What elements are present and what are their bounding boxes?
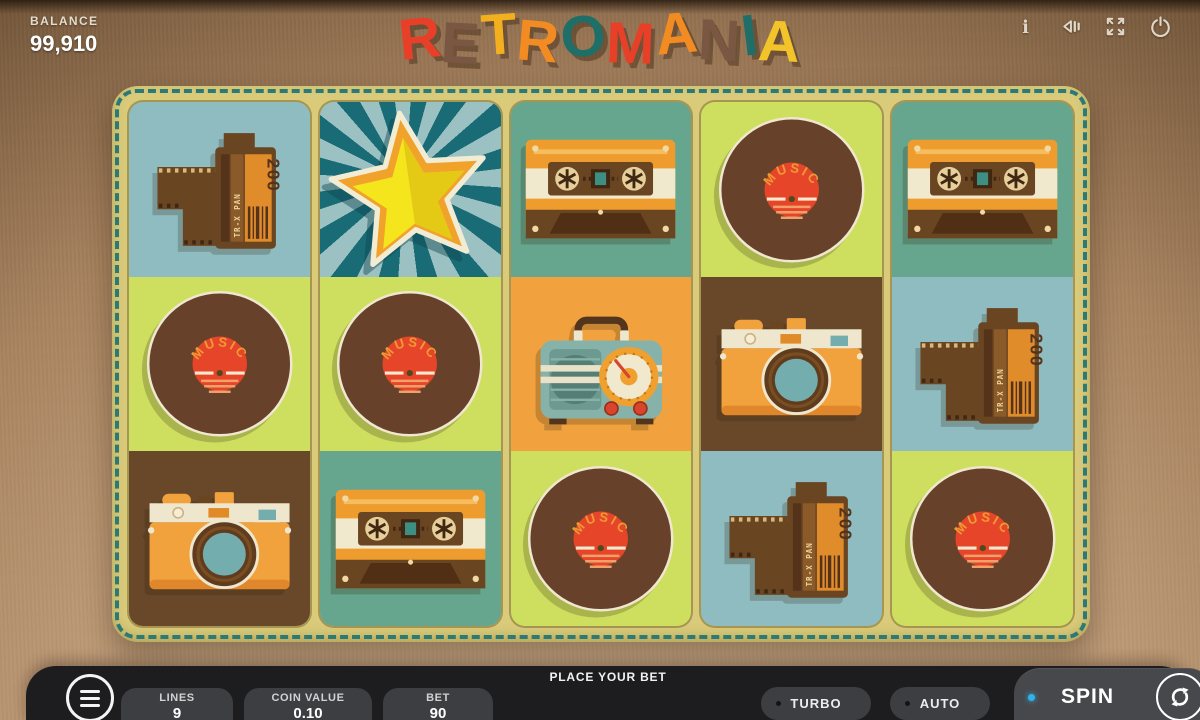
balance-label: BALANCE: [30, 14, 98, 28]
reel-cell: [892, 102, 1073, 277]
film-symbol-icon: TR-X PAN 200: [149, 119, 290, 260]
reel-cell: [320, 102, 501, 277]
auto-label: AUTO: [920, 696, 961, 711]
logo-letter: A: [757, 12, 803, 72]
bet-label: BET: [426, 692, 450, 704]
balance-display: BALANCE 99,910: [30, 14, 98, 57]
reel-cell: [129, 451, 310, 626]
lines-value: 9: [173, 705, 181, 720]
svg-text:TR-X PAN: TR-X PAN: [996, 368, 1005, 412]
coin-value-control[interactable]: COIN VALUE 0.10: [244, 688, 372, 720]
svg-text:200: 200: [263, 158, 283, 192]
sound-icon: [1059, 15, 1082, 41]
turbo-indicator-dot: [776, 701, 781, 706]
logo-letter: E: [439, 14, 482, 74]
sound-button[interactable]: [1056, 14, 1084, 42]
vinyl-symbol-icon: MUSIC: [142, 286, 297, 441]
reel-cell: MUSIC: [129, 277, 310, 452]
auto-indicator-dot: [905, 701, 910, 706]
svg-text:200: 200: [1027, 333, 1047, 367]
reel-cell: [511, 102, 692, 277]
bet-value: 90: [430, 705, 447, 720]
spin-button[interactable]: SPIN: [1014, 668, 1200, 720]
svg-text:i: i: [1022, 18, 1029, 38]
reel-cell: [511, 277, 692, 452]
turbo-label: TURBO: [790, 696, 841, 711]
film-symbol-icon: TR-X PAN 200: [912, 294, 1053, 435]
camera-symbol-icon: [712, 307, 871, 422]
lines-control[interactable]: LINES 9: [121, 688, 233, 720]
coin-value-label: COIN VALUE: [271, 692, 344, 704]
reel-cell: MUSIC: [892, 451, 1073, 626]
game-logo: RETROMANIA: [398, 6, 801, 64]
camera-symbol-icon: [140, 481, 299, 596]
svg-text:200: 200: [836, 508, 856, 542]
bet-control[interactable]: BET 90: [383, 688, 493, 720]
balance-value: 99,910: [30, 31, 98, 57]
reel-cell: MUSIC: [701, 102, 882, 277]
vinyl-symbol-icon: MUSIC: [523, 461, 678, 616]
turbo-button[interactable]: TURBO: [761, 687, 871, 720]
reel-column-5: TR-X PAN 200 MUSIC: [892, 102, 1073, 626]
lines-label: LINES: [159, 692, 194, 704]
power-icon: [1149, 15, 1172, 41]
bet-message: PLACE YOUR BET: [26, 670, 1190, 684]
menu-button[interactable]: [66, 674, 114, 720]
reel-column-2: MUSIC: [320, 102, 501, 626]
spin-indicator-dot: [1028, 694, 1035, 701]
spin-icon: [1156, 673, 1200, 720]
menu-icon: [80, 690, 100, 707]
film-symbol-icon: TR-X PAN 200: [721, 468, 862, 609]
reel-cell: MUSIC: [511, 451, 692, 626]
reel-column-4: MUSIC TR-X PAN 200: [701, 102, 882, 626]
coin-value-value: 0.10: [293, 705, 322, 720]
cassette-symbol-icon: [903, 135, 1062, 243]
control-bar: PLACE YOUR BET LINES 9 COIN VALUE 0.10 B…: [26, 666, 1190, 720]
radio-symbol-icon: [529, 300, 674, 427]
reel-cell: MUSIC: [320, 277, 501, 452]
logo-letter: M: [605, 14, 656, 74]
fullscreen-icon: [1104, 15, 1127, 41]
logo-letter: N: [697, 11, 743, 71]
logo-letter: R: [396, 8, 445, 70]
reel-column-1: TR-X PAN 200 MUSIC: [129, 102, 310, 626]
reel-cell: [701, 277, 882, 452]
power-button[interactable]: [1146, 14, 1174, 42]
reels-frame: TR-X PAN 200 MUSIC MUSIC MUSIC MUSIC TR-…: [112, 86, 1090, 642]
vinyl-symbol-icon: MUSIC: [905, 461, 1060, 616]
reel-cell: [320, 451, 501, 626]
logo-letter: A: [653, 3, 701, 65]
system-buttons: i: [1011, 14, 1174, 42]
vinyl-symbol-icon: MUSIC: [332, 286, 487, 441]
reel-column-3: MUSIC: [511, 102, 692, 626]
cassette-symbol-icon: [521, 135, 680, 243]
logo-letter: R: [514, 11, 562, 73]
svg-text:TR-X PAN: TR-X PAN: [233, 193, 242, 237]
reel-cell: TR-X PAN 200: [129, 102, 310, 277]
star-symbol-icon: [323, 102, 498, 277]
info-icon: i: [1014, 15, 1037, 41]
svg-text:TR-X PAN: TR-X PAN: [805, 543, 814, 587]
reel-cell: TR-X PAN 200: [892, 277, 1073, 452]
reels-grid: TR-X PAN 200 MUSIC MUSIC MUSIC MUSIC TR-…: [129, 102, 1073, 626]
auto-button[interactable]: AUTO: [890, 687, 990, 720]
reel-cell: TR-X PAN 200: [701, 451, 882, 626]
fullscreen-button[interactable]: [1101, 14, 1129, 42]
game-screen: BALANCE 99,910 RETROMANIA i: [0, 0, 1200, 720]
vinyl-symbol-icon: MUSIC: [714, 112, 869, 267]
spin-label: SPIN: [1061, 685, 1114, 709]
info-button[interactable]: i: [1011, 14, 1039, 42]
logo-letter: O: [557, 5, 610, 68]
logo-letter: T: [479, 5, 519, 65]
cassette-symbol-icon: [331, 485, 490, 593]
